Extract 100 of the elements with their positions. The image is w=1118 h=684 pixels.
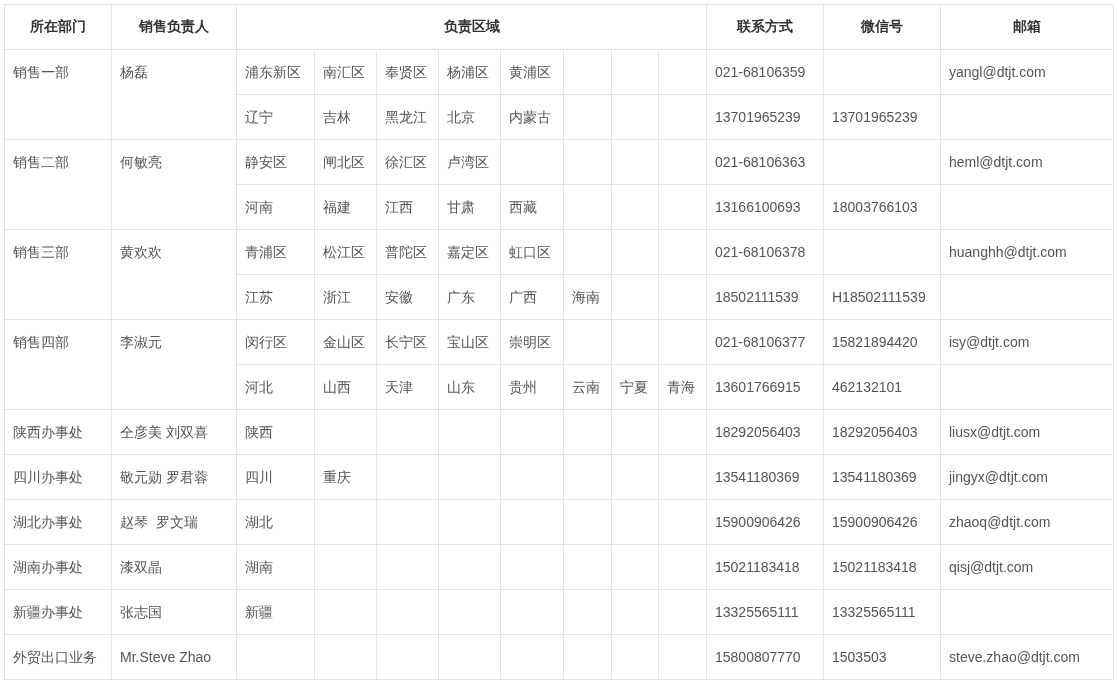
column-header: 所在部门 (30, 18, 86, 34)
table-cell-text: 13541180369 (832, 468, 917, 487)
table-cell-text: 13166100693 (715, 198, 801, 217)
table-cell-text: 北京 (447, 108, 475, 127)
table-cell-text: 青海 (667, 378, 695, 397)
table-cell-text: 云南 (572, 378, 600, 397)
table-cell-text: 江西 (385, 198, 413, 217)
table-cell-text: 虹口区 (509, 243, 551, 262)
table-cell-text: 销售三部 (13, 243, 69, 262)
table-cell-text: 松江区 (323, 243, 365, 262)
table-cell-text: 赵琴 罗文瑞 (120, 513, 198, 532)
table-cell-text: 广东 (447, 288, 475, 307)
table-cell-text: 闸北区 (323, 153, 365, 172)
table-cell-text: 13701965239 (832, 108, 918, 127)
table-cell-text: 敬元勋 罗君蓉 (120, 468, 208, 487)
table-cell-text: 李淑元 (120, 333, 162, 352)
table-cell-text: 西藏 (509, 198, 537, 217)
table-cell-text: 13601766915 (715, 378, 801, 397)
table-cell-text: 15900906426 (832, 513, 918, 532)
column-header: 销售负责人 (139, 18, 209, 34)
table-cell-text: 四川办事处 (13, 468, 83, 487)
table-cell-text: 广西 (509, 288, 537, 307)
table-cell-text: 13325565111 (832, 603, 916, 622)
table-cell-text: 销售四部 (13, 333, 69, 352)
table-cell-text: steve.zhao@dtjt.com (949, 648, 1080, 667)
table-cell-text: 021-68106359 (715, 63, 806, 82)
table-cell-text: liusx@dtjt.com (949, 423, 1041, 442)
table-cell-text: 河南 (245, 198, 273, 217)
table-cell-text: 湖南 (245, 558, 273, 577)
table-cell-text: 15800807770 (715, 648, 801, 667)
table-cell-text: 徐汇区 (385, 153, 427, 172)
table-cell-text: huanghh@dtjt.com (949, 243, 1067, 262)
table-cell-text: 15900906426 (715, 513, 801, 532)
table-cell-text: 闵行区 (245, 333, 287, 352)
table-cell-text: 海南 (572, 288, 600, 307)
table-cell-text: 安徽 (385, 288, 413, 307)
table-cell-text: 天津 (385, 378, 413, 397)
table-cell-text: 13541180369 (715, 468, 800, 487)
table-cell-text: 江苏 (245, 288, 273, 307)
table-cell-text: 18292056403 (715, 423, 801, 442)
table-cell-text: 山西 (323, 378, 351, 397)
table-cell-text: 销售二部 (13, 153, 69, 172)
table-cell-text: 甘肃 (447, 198, 475, 217)
table-cell-text: 仝彦美 刘双喜 (120, 423, 208, 442)
table-cell-text: 黑龙江 (385, 108, 427, 127)
table-cell-text: 15021183418 (715, 558, 800, 577)
table-cell-text: 15021183418 (832, 558, 917, 577)
table-cell-text: yangl@dtjt.com (949, 63, 1046, 82)
column-header: 微信号 (861, 18, 903, 34)
table-cell-text: 崇明区 (509, 333, 551, 352)
table-cell-text: 黄欢欢 (120, 243, 162, 262)
table-cell-text: 河北 (245, 378, 273, 397)
table-cell-text: 新疆办事处 (13, 603, 83, 622)
table-cell-text: 青浦区 (245, 243, 287, 262)
table-cell-text: 吉林 (323, 108, 351, 127)
table-cell-text: 1503503 (832, 648, 887, 667)
table-cell-text: isy@dtjt.com (949, 333, 1030, 352)
table-cell-text: 杨浦区 (447, 63, 489, 82)
column-header: 联系方式 (737, 18, 793, 34)
table-cell-text: 漆双晶 (120, 558, 162, 577)
table-cell-text: 辽宁 (245, 108, 273, 127)
table-cell-text: H18502111539 (832, 288, 926, 307)
table-cell-text: 湖北办事处 (13, 513, 83, 532)
table-cell-text: 021-68106363 (715, 153, 806, 172)
table-cell-text: 新疆 (245, 603, 273, 622)
table-cell-text: 18292056403 (832, 423, 918, 442)
table-cell-text: heml@dtjt.com (949, 153, 1043, 172)
table-cell-text: qisj@dtjt.com (949, 558, 1034, 577)
table-cell-text: 杨磊 (120, 63, 148, 82)
table-cell-text: jingyx@dtjt.com (949, 468, 1049, 487)
table-cell-text: 销售一部 (13, 63, 69, 82)
table-cell-text: 18003766103 (832, 198, 918, 217)
table-cell-text: 黄浦区 (509, 63, 551, 82)
table-cell-text: 浦东新区 (245, 63, 301, 82)
table-cell-text: 宝山区 (447, 333, 489, 352)
table-cell-text: 18502111539 (715, 288, 799, 307)
table-cell-text: 张志国 (120, 603, 162, 622)
table-cell-text: 13325565111 (715, 603, 799, 622)
table-cell-text: 四川 (245, 468, 273, 487)
table-cell-text: 何敏亮 (120, 153, 162, 172)
table-cell-text: 南汇区 (323, 63, 365, 82)
table-cell-text: zhaoq@dtjt.com (949, 513, 1051, 532)
table-cell-text: 462132101 (832, 378, 903, 397)
table-cell-text: 湖北 (245, 513, 273, 532)
table-cell-text: 长宁区 (385, 333, 427, 352)
table-cell-text: 021-68106378 (715, 243, 806, 262)
table-cell-text: 奉贤区 (385, 63, 427, 82)
table-cell-text: 普陀区 (385, 243, 427, 262)
table-cell-text: 嘉定区 (447, 243, 489, 262)
table-cell-text: 福建 (323, 198, 351, 217)
table-cell-text: 重庆 (323, 468, 351, 487)
table-cell-text: 山东 (447, 378, 475, 397)
table-cell-text: 金山区 (323, 333, 365, 352)
column-header: 负责区域 (443, 18, 500, 34)
table-cell-text: 021-68106377 (715, 333, 806, 352)
table-cell-text: 静安区 (245, 153, 287, 172)
table-cell-text: 外贸出口业务 (13, 648, 97, 667)
table-cell-text: 卢湾区 (447, 153, 489, 172)
table-cell-text: 内蒙古 (509, 108, 551, 127)
table-cell-text: Mr.Steve Zhao (120, 648, 212, 667)
